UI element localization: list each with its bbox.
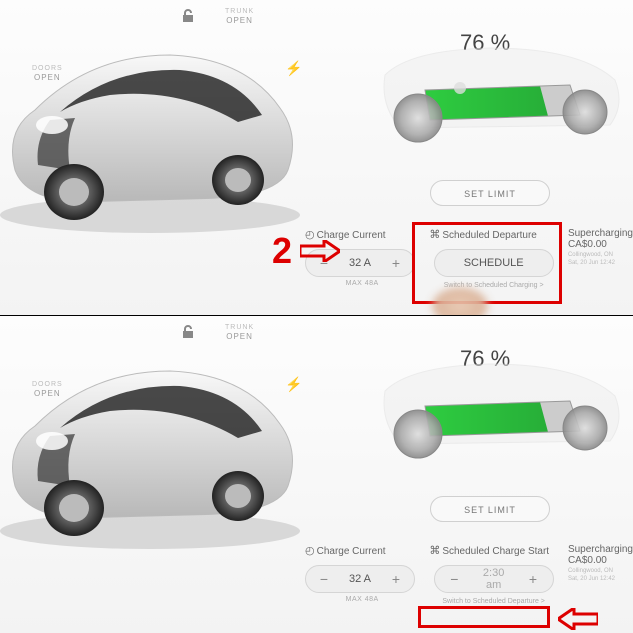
scheduled-time-value: 2:30 am	[474, 567, 513, 591]
battery-render	[370, 30, 630, 170]
supercharging-date: Sat, 20 Jun 12:42	[568, 260, 633, 266]
supercharging-section[interactable]: Supercharging CA$0.00 Collingwood, ON Sa…	[568, 228, 633, 308]
switch-mode-link[interactable]: Switch to Scheduled Departure >	[429, 598, 558, 605]
vehicle-3d-render	[0, 20, 320, 240]
supercharging-title: Supercharging	[568, 228, 633, 239]
clock-icon: ◴	[305, 545, 315, 557]
supercharging-location: Collingwood, ON	[568, 568, 633, 574]
supercharging-date: Sat, 20 Jun 12:42	[568, 576, 633, 582]
plus-button[interactable]: +	[378, 255, 414, 271]
charge-current-title: ◴Charge Current	[305, 544, 419, 557]
annotation-highlight-box	[412, 222, 562, 304]
charge-current-max: MAX 48A	[305, 596, 419, 603]
annotation-step-number: 2	[272, 230, 292, 272]
charge-current-value: 32 A	[342, 573, 378, 585]
charge-current-stepper[interactable]: − 32 A +	[305, 565, 415, 593]
annotation-highlight-box	[418, 606, 550, 628]
battery-render	[370, 346, 630, 486]
charge-current-value: 32 A	[342, 257, 378, 269]
screenshot-top-panel: TRUNK OPEN DOORS OPEN ⚡	[0, 0, 633, 316]
vehicle-3d-render	[0, 336, 320, 556]
minus-button[interactable]: −	[306, 571, 342, 587]
time-minus-button[interactable]: −	[435, 571, 474, 587]
annotation-arrow-icon	[558, 608, 598, 630]
screenshot-bottom-panel: TRUNK OPEN DOORS OPEN ⚡ 76 %	[0, 316, 633, 633]
plus-button[interactable]: +	[378, 571, 414, 587]
scheduled-charge-title: ⌘Scheduled Charge Start	[429, 544, 558, 557]
supercharging-location: Collingwood, ON	[568, 252, 633, 258]
scheduled-time-stepper[interactable]: − 2:30 am +	[434, 565, 554, 593]
time-plus-button[interactable]: +	[513, 571, 552, 587]
charge-current-section: ◴Charge Current − 32 A + MAX 48A	[305, 544, 419, 624]
set-limit-button[interactable]: SET LIMIT	[430, 496, 550, 522]
set-limit-button[interactable]: SET LIMIT	[430, 180, 550, 206]
vehicle-render-area: TRUNK OPEN DOORS OPEN ⚡	[0, 316, 320, 633]
supercharging-amount: CA$0.00	[568, 555, 633, 566]
supercharging-amount: CA$0.00	[568, 239, 633, 250]
charge-current-max: MAX 48A	[305, 280, 419, 287]
supercharging-title: Supercharging	[568, 544, 633, 555]
pin-icon: ⌘	[429, 545, 440, 557]
annotation-arrow-icon	[300, 240, 340, 262]
